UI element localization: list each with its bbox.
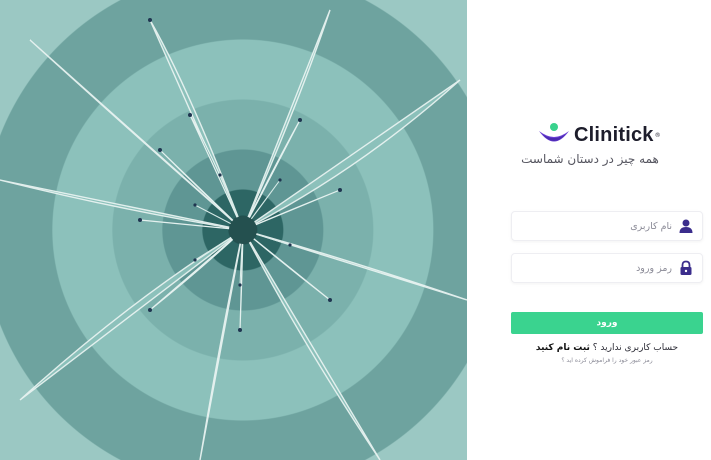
tagline: همه چیز در دستان شماست	[521, 152, 659, 166]
forgot-password-link[interactable]: رمز عبور خود را فراموش کرده اید ؟	[561, 357, 652, 364]
agave-leaves-illustration	[0, 9, 467, 460]
clinitick-logo-icon	[539, 123, 569, 142]
login-panel: Clinitick ® همه چیز در دستان شماست ورود …	[467, 0, 711, 460]
username-input[interactable]	[522, 220, 672, 232]
brand-logo: Clinitick ®	[537, 120, 677, 150]
login-button[interactable]: ورود	[511, 312, 703, 334]
signup-link[interactable]: ثبت نام کنید	[536, 343, 590, 353]
registered-mark: ®	[654, 131, 661, 139]
forgot-row: رمز عبور خود را فراموش کرده اید ؟	[511, 357, 703, 364]
signup-prompt: حساب کاربری ندارید ؟	[592, 343, 679, 353]
user-icon	[679, 219, 693, 233]
signup-row: حساب کاربری ندارید ؟ ثبت نام کنید	[511, 343, 703, 353]
agave-photo	[0, 0, 467, 460]
password-input[interactable]	[522, 262, 672, 274]
username-field[interactable]	[511, 211, 703, 241]
password-field[interactable]	[511, 253, 703, 283]
brand-name: Clinitick	[574, 123, 654, 146]
lock-icon	[680, 260, 692, 275]
login-page: Clinitick ® همه چیز در دستان شماست ورود …	[0, 0, 711, 460]
